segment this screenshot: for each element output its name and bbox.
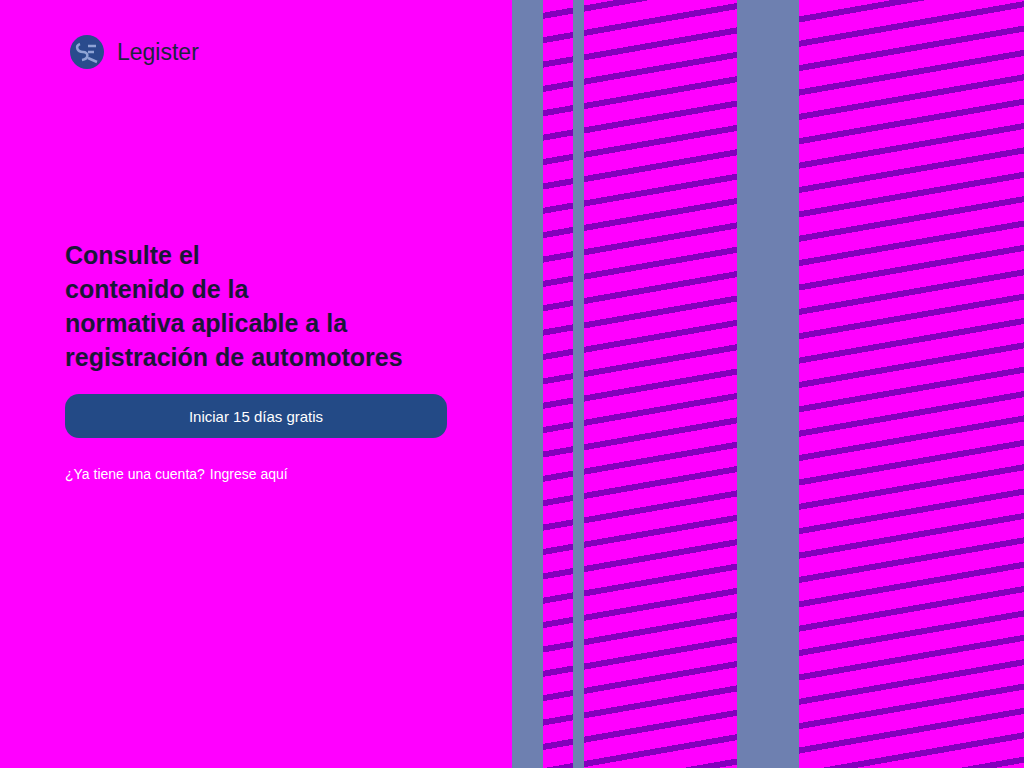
headline-line: Consulte el	[65, 238, 472, 272]
intro-panel: Legister Consulte elcontenido de lanormat…	[0, 0, 512, 768]
login-link[interactable]: Ingrese aquí	[210, 466, 288, 482]
trial-button[interactable]: Iniciar 15 días gratis	[65, 394, 447, 438]
building-photo	[512, 0, 1024, 768]
logo-icon	[69, 34, 105, 70]
headline-line: contenido de la	[65, 272, 472, 306]
headline-line: normativa aplicable a la	[65, 306, 472, 340]
login-prompt: ¿Ya tiene una cuenta? Ingrese aquí	[65, 466, 472, 482]
headline: Consulte elcontenido de lanormativa apli…	[65, 238, 472, 374]
brand-name[interactable]: Legister	[117, 39, 199, 66]
login-question: ¿Ya tiene una cuenta?	[65, 466, 205, 482]
headline-line: registración de automotores	[65, 340, 472, 374]
brand[interactable]: Legister	[65, 34, 472, 70]
landing-page: Legister Consulte elcontenido de lanormat…	[0, 0, 1024, 768]
